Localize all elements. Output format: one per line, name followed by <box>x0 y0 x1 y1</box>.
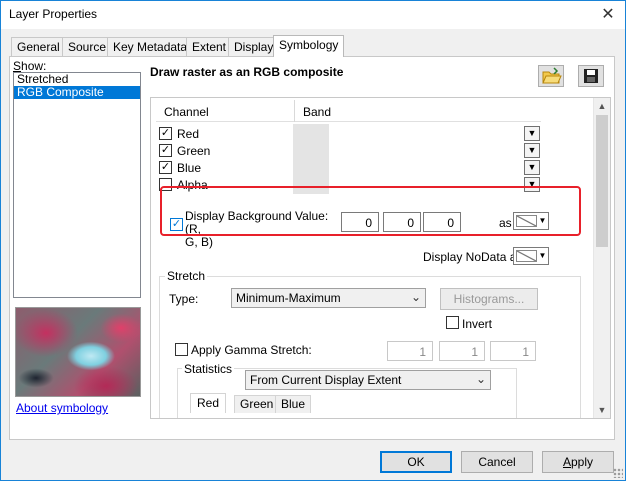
red-band-dropdown[interactable]: ▼ <box>524 126 540 141</box>
resize-grip-icon[interactable] <box>613 468 623 478</box>
highlight-box <box>160 186 581 236</box>
save-icon <box>584 69 598 83</box>
invert-checkbox[interactable] <box>446 316 459 329</box>
green-checkbox[interactable]: ✓ <box>159 144 172 157</box>
tab-general[interactable]: General <box>11 37 66 56</box>
title-bar: Layer Properties ✕ <box>1 1 625 29</box>
chevron-down-icon: ⌄ <box>475 372 486 386</box>
column-channel: Channel <box>164 105 209 119</box>
color-swatch-icon <box>516 250 537 262</box>
scrollbar-thumb[interactable] <box>596 115 608 247</box>
nodata-color-picker[interactable]: ▼ <box>513 247 549 265</box>
tab-symbology[interactable]: Symbology <box>273 35 345 57</box>
channel-label-blue: Blue <box>177 161 202 175</box>
tab-display[interactable]: Display <box>228 37 280 56</box>
window-title: Layer Properties <box>9 7 98 21</box>
scroll-down-icon[interactable]: ▼ <box>594 402 610 418</box>
histograms-button[interactable]: Histograms... <box>440 288 538 310</box>
save-button[interactable] <box>578 65 604 87</box>
open-folder-icon <box>542 67 562 84</box>
stretch-type-select[interactable]: Minimum-Maximum ⌄ <box>231 288 426 308</box>
symbology-panel: Show: Stretched RGB Composite About symb… <box>9 56 615 440</box>
layer-properties-dialog: Layer Properties ✕ General Source Key Me… <box>0 0 626 481</box>
display-background-label-line2: G, B) <box>185 235 214 249</box>
about-symbology-link[interactable]: About symbology <box>16 401 108 415</box>
statistics-tabs: Red Green Blue <box>190 393 380 413</box>
tab-extent[interactable]: Extent <box>186 37 233 56</box>
channel-row-red: ✓ Red ▼ <box>159 125 541 142</box>
raster-preview-image <box>15 307 141 397</box>
chevron-down-icon: ⌄ <box>410 290 421 304</box>
show-item-rgb-composite[interactable]: RGB Composite <box>14 86 140 99</box>
tab-key-metadata[interactable]: Key Metadata <box>107 37 194 56</box>
green-band-dropdown[interactable]: ▼ <box>524 143 540 158</box>
chevron-down-icon: ▼ <box>538 251 547 260</box>
red-checkbox[interactable]: ✓ <box>159 127 172 140</box>
column-band: Band <box>303 105 332 119</box>
scroll-up-icon[interactable]: ▲ <box>594 98 610 114</box>
renderer-heading: Draw raster as an RGB composite <box>150 65 344 79</box>
stat-tab-blue[interactable]: Blue <box>275 395 312 413</box>
statistics-group-label: Statistics <box>182 362 235 376</box>
vertical-scrollbar[interactable]: ▲ ▼ <box>593 98 610 418</box>
close-icon[interactable]: ✕ <box>597 4 619 26</box>
stat-tab-green[interactable]: Green <box>234 395 280 413</box>
blue-band-dropdown[interactable]: ▼ <box>524 160 540 175</box>
gamma-blue-input[interactable]: 1 <box>490 341 536 361</box>
show-label: Show: <box>13 59 47 73</box>
apply-button[interactable]: Apply <box>542 451 614 473</box>
column-divider <box>294 100 295 122</box>
stretch-type-value: Minimum-Maximum <box>236 291 341 305</box>
symbology-properties-area: Channel Band ✓ Red ▼ ✓ Green ▼ ✓ Blue ▼ <box>150 97 611 419</box>
stretch-group-label: Stretch <box>165 269 208 283</box>
gamma-label: Apply Gamma Stretch: <box>191 343 312 357</box>
invert-label: Invert <box>462 317 493 331</box>
statistics-select[interactable]: From Current Display Extent ⌄ <box>245 370 491 390</box>
show-list[interactable]: Stretched RGB Composite <box>13 72 141 298</box>
gamma-green-input[interactable]: 1 <box>439 341 485 361</box>
display-nodata-label: Display NoData as <box>423 250 523 264</box>
channel-label-red: Red <box>177 127 200 141</box>
channel-table-header: Channel Band <box>156 100 541 122</box>
channel-label-green: Green <box>177 144 211 158</box>
open-button[interactable] <box>538 65 564 87</box>
gamma-checkbox[interactable] <box>175 343 188 356</box>
channel-row-blue: ✓ Blue ▼ <box>159 159 541 176</box>
stretch-type-label: Type: <box>169 292 199 306</box>
cancel-button[interactable]: Cancel <box>461 451 533 473</box>
stat-tab-red[interactable]: Red <box>190 393 227 413</box>
blue-checkbox[interactable]: ✓ <box>159 161 172 174</box>
channel-row-green: ✓ Green ▼ <box>159 142 541 159</box>
tab-source[interactable]: Source <box>62 37 113 56</box>
statistics-value: From Current Display Extent <box>250 373 402 387</box>
gamma-red-input[interactable]: 1 <box>387 341 433 361</box>
ok-button[interactable]: OK <box>380 451 452 473</box>
